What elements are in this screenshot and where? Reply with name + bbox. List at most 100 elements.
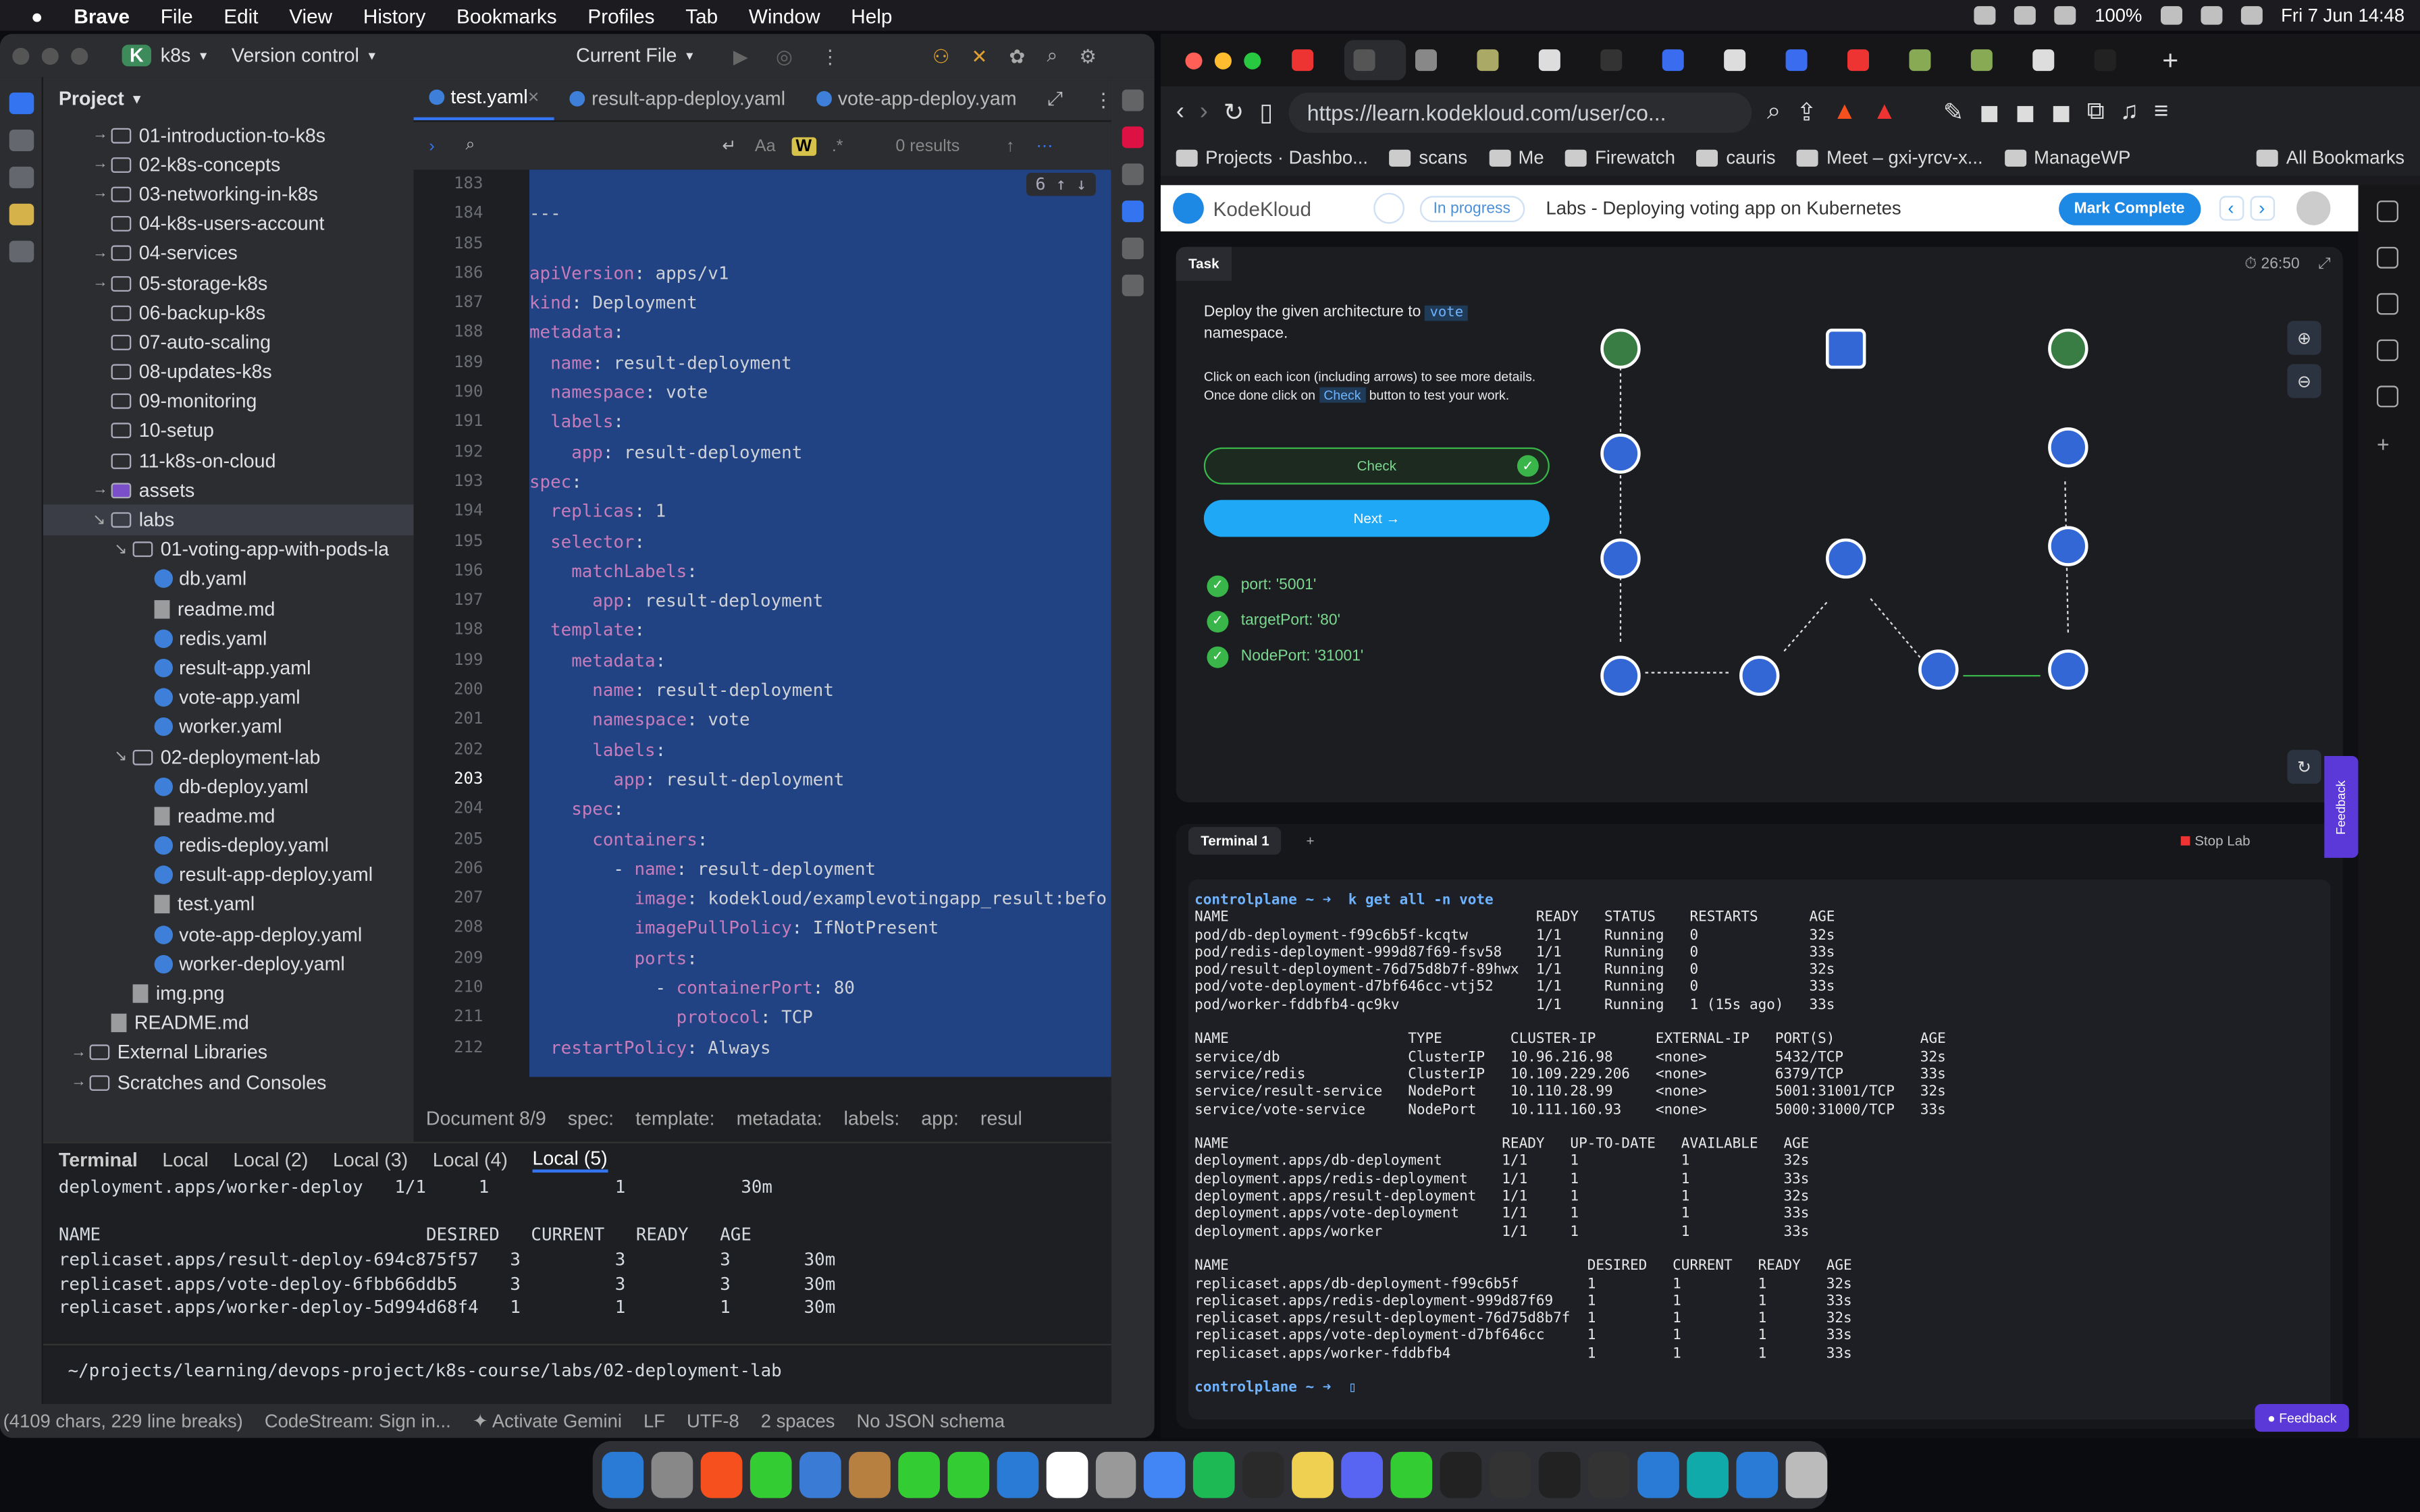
breadcrumb-item[interactable]: Document 8/9 [426, 1108, 546, 1129]
tree-item[interactable]: ↘ 01-voting-app-with-pods-la [43, 535, 414, 564]
plugin-icon[interactable] [1122, 126, 1144, 148]
prev-occurrence-icon[interactable]: ↑ [1006, 136, 1015, 155]
browser-tab[interactable] [1344, 40, 1406, 80]
db-deployment-icon[interactable] [2043, 645, 2093, 694]
clock[interactable]: Fri 7 Jun 14:48 [2281, 5, 2404, 26]
expand-arrow-icon[interactable]: → [93, 275, 111, 292]
bookmark-item[interactable]: cauris [1696, 146, 1776, 168]
next-lesson-button[interactable]: › [2249, 196, 2274, 221]
result-user-icon[interactable] [2043, 324, 2093, 373]
tree-item[interactable]: → assets [43, 476, 414, 506]
tree-item[interactable]: 06-backup-k8s [43, 298, 414, 327]
check-button[interactable]: Check ✓ [1203, 447, 1550, 485]
browser-tab[interactable] [2085, 40, 2147, 80]
expand-arrow-icon[interactable]: → [71, 1074, 89, 1091]
extension-icon[interactable]: ◼ [1979, 97, 1999, 128]
plugin-icon[interactable] [1122, 274, 1144, 296]
menu-item[interactable]: Window [749, 4, 820, 27]
zoom-icon[interactable]: ⌕ [1767, 99, 1781, 126]
code-line[interactable]: labels: [529, 408, 1111, 437]
json-icon[interactable] [1122, 200, 1144, 223]
code-line[interactable]: metadata: [529, 646, 1111, 676]
code-line[interactable]: apiVersion: apps/v1 [529, 259, 1111, 289]
mark-complete-button[interactable]: Mark Complete [2058, 192, 2201, 225]
dock-app-icon[interactable] [1539, 1451, 1581, 1498]
db-service-icon[interactable] [1914, 645, 1963, 694]
reload-icon[interactable]: ↻ [1224, 97, 1244, 128]
tree-item[interactable]: 07-auto-scaling [43, 327, 414, 357]
tree-item[interactable]: → 03-networking-in-k8s [43, 180, 414, 209]
zoom-out-button[interactable]: ⊖ [2287, 364, 2321, 398]
new-tab-button[interactable]: + [2162, 44, 2178, 76]
tree-item[interactable]: db.yaml [43, 564, 414, 594]
editor-tab[interactable]: result-app-deploy.yaml [554, 77, 801, 120]
project-switcher[interactable]: k8s [161, 45, 190, 66]
dock-app-icon[interactable] [700, 1451, 743, 1498]
tree-item[interactable]: db-deploy.yaml [43, 772, 414, 801]
media-icon[interactable]: ♫ [2120, 99, 2138, 126]
browser-tab[interactable] [1777, 40, 1838, 80]
more-tools-icon[interactable] [9, 240, 34, 263]
result-deployment-icon[interactable] [2043, 522, 2093, 571]
zoom-window-button[interactable] [1244, 51, 1261, 69]
expand-arrow-icon[interactable]: → [93, 156, 111, 173]
close-window-button[interactable] [1185, 51, 1203, 69]
find-more-icon[interactable]: ⋯ [1036, 136, 1053, 155]
dock-app-icon[interactable] [947, 1451, 989, 1498]
status-item[interactable]: No JSON schema [856, 1410, 1005, 1432]
tree-item[interactable]: redis-deploy.yaml [43, 831, 414, 861]
dock-app-icon[interactable] [1440, 1451, 1482, 1498]
tree-item[interactable]: result-app-deploy.yaml [43, 861, 414, 890]
wifi-icon[interactable] [2054, 6, 2076, 25]
code-selection[interactable]: --- apiVersion: apps/v1 kind: Deployment me… [529, 169, 1111, 1077]
browser-tab[interactable] [1468, 40, 1529, 80]
brave-rewards-icon[interactable]: ▲ [1872, 99, 1897, 126]
share-icon[interactable]: ⇪ [1796, 97, 1817, 128]
menu-item[interactable]: Tab [685, 4, 718, 27]
status-icon[interactable] [2014, 6, 2036, 25]
code-line[interactable]: metadata: [529, 319, 1111, 348]
tools-icon[interactable]: ✕ [971, 44, 987, 67]
notifications-icon[interactable] [1122, 89, 1144, 111]
run-icon[interactable]: ▶ [733, 44, 748, 67]
structure-tool-icon[interactable] [9, 203, 34, 225]
sidebar-icon[interactable] [2376, 246, 2398, 269]
extension-icon[interactable]: ✎ [1943, 97, 1964, 128]
code-line[interactable]: image: kodekloud/examplevotingapp_result… [529, 884, 1111, 914]
dock-app-icon[interactable] [1687, 1451, 1729, 1498]
status-icon[interactable] [1974, 6, 1996, 25]
redis-service-icon[interactable] [1596, 651, 1645, 701]
dock-app-icon[interactable] [651, 1451, 693, 1498]
architecture-diagram[interactable] [1577, 293, 2287, 709]
regex-toggle[interactable]: .* [832, 136, 843, 155]
code-line[interactable] [529, 169, 1111, 199]
sidebar-icon[interactable] [2376, 293, 2398, 315]
project-panel-title[interactable]: Project [59, 88, 124, 109]
bookmark-item[interactable]: Firewatch [1565, 146, 1675, 168]
dock-app-icon[interactable] [848, 1451, 891, 1498]
dock-app-icon[interactable] [1341, 1451, 1384, 1498]
menu-item[interactable]: View [289, 4, 332, 27]
code-line[interactable]: kind: Deployment [529, 289, 1111, 319]
layers-icon[interactable] [1122, 237, 1144, 259]
minimize-window-button[interactable] [1214, 51, 1232, 69]
tree-item[interactable]: 04-k8s-users-account [43, 209, 414, 239]
menu-item[interactable]: File [161, 4, 193, 27]
code-line[interactable]: spec: [529, 467, 1111, 497]
dock-app-icon[interactable] [1588, 1451, 1630, 1498]
browser-tab[interactable] [1900, 40, 1962, 80]
dock-app-icon[interactable] [897, 1451, 940, 1498]
dock-app-icon[interactable] [1490, 1451, 1531, 1498]
avatar[interactable] [2295, 191, 2330, 225]
debug-icon[interactable]: ◎ [776, 44, 793, 67]
url-field[interactable]: https://learn.kodekloud.com/user/co... [1288, 92, 1752, 133]
tree-item[interactable]: 09-monitoring [43, 387, 414, 416]
inspection-widget[interactable]: 6 ↑ ↓ [1026, 172, 1096, 196]
code-line[interactable]: ports: [529, 944, 1111, 973]
bookmark-item[interactable]: ManageWP [2004, 146, 2130, 168]
tree-item[interactable]: → Scratches and Consoles [43, 1068, 414, 1098]
kodekloud-logo-icon[interactable] [1173, 192, 1204, 224]
add-terminal-button[interactable]: + [1307, 833, 1315, 848]
terminal-output[interactable]: deployment.apps/worker-deploy 1/1 1 1 30… [43, 1177, 1111, 1322]
run-config-select[interactable]: Current File [576, 45, 677, 66]
